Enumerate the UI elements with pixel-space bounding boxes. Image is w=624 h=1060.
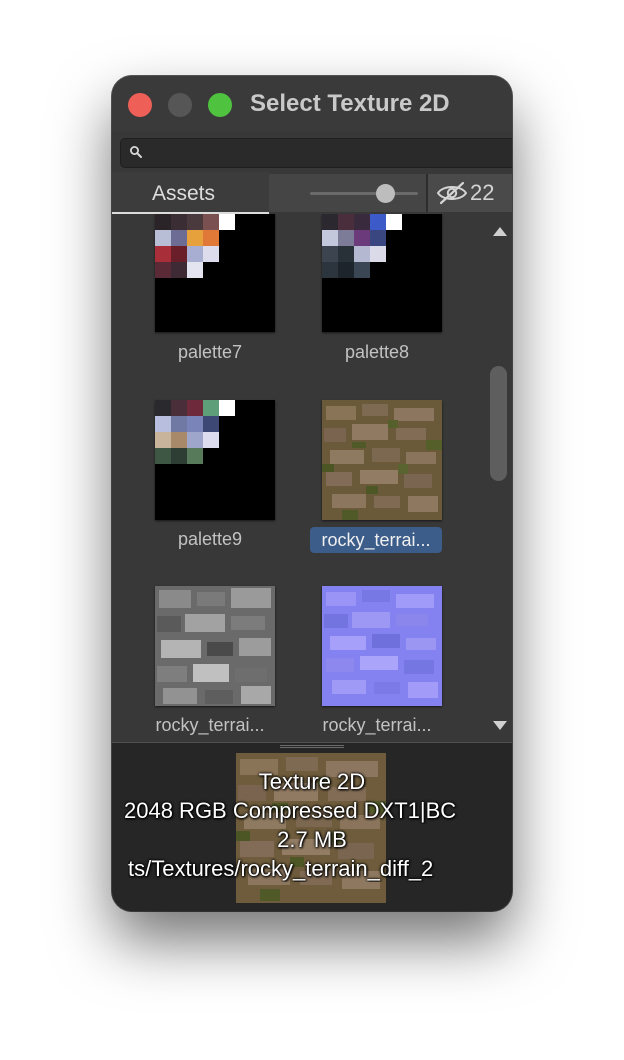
window-title: Select Texture 2D xyxy=(250,90,450,117)
eye-slash-icon xyxy=(436,181,468,205)
search-input[interactable] xyxy=(120,138,512,168)
asset-item-rocky-terrain-normal[interactable]: rocky_terrai... xyxy=(302,586,452,742)
asset-grid: palette7 palette8 palette9 rocky_terrai.… xyxy=(112,214,512,742)
scroll-down-icon[interactable] xyxy=(493,721,507,730)
minimize-button[interactable] xyxy=(168,93,192,117)
close-button[interactable] xyxy=(128,93,152,117)
preview-format-line: 2048 RGB Compressed DXT1|BC xyxy=(124,798,457,823)
asset-label-selected: rocky_terrai... xyxy=(310,527,442,553)
title-bar: Select Texture 2D xyxy=(112,76,512,132)
select-texture-window: Select Texture 2D Assets 22 palette7 pal… xyxy=(112,76,512,911)
splitter-handle[interactable] xyxy=(280,745,344,748)
rocky-terrain-normal-thumbnail xyxy=(322,586,442,706)
palette9-thumbnail xyxy=(155,400,275,520)
vertical-scrollbar[interactable] xyxy=(487,214,512,742)
palette7-thumbnail xyxy=(155,214,275,332)
tab-assets-label: Assets xyxy=(152,182,216,205)
asset-item-rocky-terrain-rough[interactable]: rocky_terrai... xyxy=(135,586,285,742)
maximize-button[interactable] xyxy=(208,93,232,117)
asset-label: palette8 xyxy=(344,342,410,362)
preview-size-label: 2.7 MB xyxy=(277,827,347,852)
zoom-slider-thumb[interactable] xyxy=(376,184,396,203)
asset-item-palette7[interactable]: palette7 xyxy=(135,214,285,396)
zoom-slider-track[interactable] xyxy=(310,192,418,195)
scroll-up-icon[interactable] xyxy=(493,227,507,236)
zoom-slider[interactable] xyxy=(269,174,426,212)
asset-item-palette9[interactable]: palette9 xyxy=(135,400,285,582)
asset-label: palette7 xyxy=(177,342,243,362)
rocky-terrain-rough-thumbnail xyxy=(155,586,275,706)
toolbar: Assets 22 xyxy=(112,172,512,214)
scrollbar-thumb[interactable] xyxy=(490,366,507,481)
hidden-count: 22 xyxy=(470,180,495,205)
preview-path-line: ts/Textures/rocky_terrain_diff_2 xyxy=(128,856,434,881)
asset-item-rocky-terrain-diff[interactable]: rocky_terrai... xyxy=(302,400,452,582)
asset-label: rocky_terrai... xyxy=(155,715,265,735)
asset-item-palette8[interactable]: palette8 xyxy=(302,214,452,396)
rocky-terrain-diff-thumbnail xyxy=(322,400,442,520)
preview-type-label: Texture 2D xyxy=(258,769,366,794)
asset-label: palette9 xyxy=(177,529,243,549)
hidden-packages-toggle[interactable]: 22 xyxy=(426,174,512,212)
asset-label: rocky_terrai... xyxy=(322,715,432,735)
palette8-thumbnail xyxy=(322,214,442,332)
search-icon xyxy=(130,146,142,158)
preview-panel: Texture 2D 2048 RGB Compressed DXT1|BC 2… xyxy=(112,742,512,911)
tab-assets[interactable]: Assets xyxy=(112,172,269,214)
